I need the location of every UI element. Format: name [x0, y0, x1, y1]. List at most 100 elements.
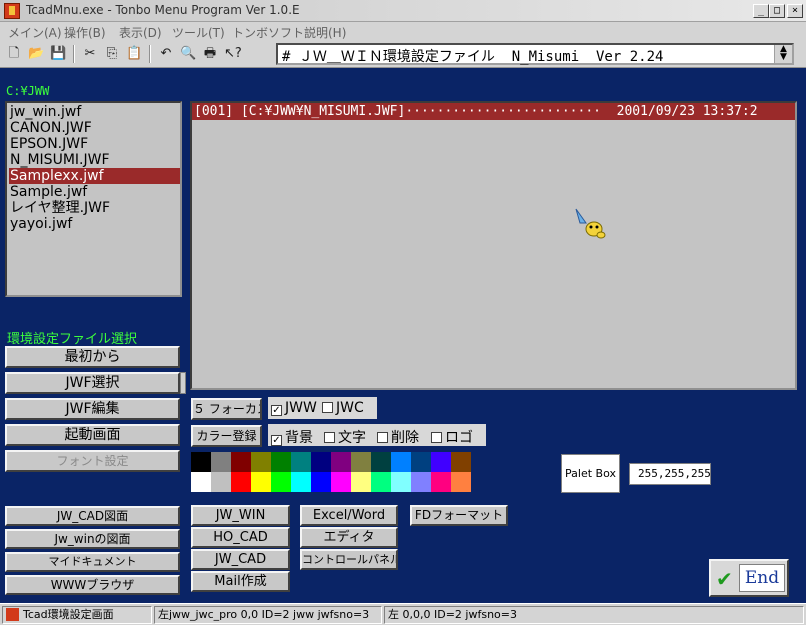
list-item[interactable]: N_MISUMI.JWF — [9, 152, 180, 168]
jwf-select-button[interactable]: JWF選択 — [5, 372, 180, 394]
checkbox-jwc-box[interactable] — [322, 402, 333, 413]
from-start-button[interactable]: 最初から — [5, 346, 180, 368]
palette-swatch[interactable] — [211, 452, 231, 472]
menu-main[interactable]: メイン(A) — [8, 24, 62, 41]
checkbox-text[interactable]: 文字 — [324, 427, 366, 447]
list-item[interactable]: レイヤ整理.JWF — [9, 200, 180, 216]
save-icon[interactable]: 💾 — [50, 46, 66, 62]
palette-swatch[interactable] — [251, 472, 271, 492]
palette-swatch[interactable] — [451, 452, 471, 472]
launch-jwwin-button[interactable]: JW_WIN — [191, 505, 290, 526]
jwwin-drawings-button[interactable]: Jw_winの図面 — [5, 529, 180, 549]
palette-swatch[interactable] — [431, 452, 451, 472]
list-item[interactable]: CANON.JWF — [9, 120, 180, 136]
palette-swatch[interactable] — [331, 472, 351, 492]
close-button[interactable]: × — [787, 4, 803, 18]
palette-swatch[interactable] — [271, 452, 291, 472]
palette-swatch[interactable] — [411, 452, 431, 472]
palette-swatch[interactable] — [271, 472, 291, 492]
font-settings-button[interactable]: フォント設定 — [5, 450, 180, 472]
palette-swatch[interactable] — [391, 472, 411, 492]
checkbox-text-box[interactable] — [324, 432, 335, 443]
color-register-button[interactable]: カラー登録 — [191, 425, 262, 447]
help-pointer-icon[interactable]: ↖? — [224, 46, 242, 62]
open-folder-icon[interactable]: 📂 — [28, 46, 44, 62]
print-icon[interactable]: 🖶 — [202, 46, 218, 62]
app-icon[interactable] — [4, 3, 20, 19]
mascot-pointer-icon — [575, 208, 606, 239]
checkbox-delete[interactable]: 削除 — [377, 427, 419, 447]
checkbox-background[interactable]: ✓ 背景 — [271, 427, 313, 447]
new-file-icon[interactable]: 🗋 — [6, 46, 22, 62]
excel-word-button[interactable]: Excel/Word — [300, 505, 398, 526]
palette-swatch[interactable] — [291, 452, 311, 472]
palette-swatch[interactable] — [291, 472, 311, 492]
paste-icon[interactable]: 📋 — [126, 46, 142, 62]
mail-compose-button[interactable]: Mail作成 — [191, 571, 290, 592]
checkbox-logo[interactable]: ロゴ — [431, 427, 473, 447]
list-item-selected[interactable]: Samplexx.jwf — [9, 168, 180, 184]
palette-swatch[interactable] — [411, 472, 431, 492]
editor-button[interactable]: エディタ — [300, 527, 398, 548]
font-focus-button[interactable]: ５ フォーカス — [191, 398, 262, 420]
palette-swatch[interactable] — [231, 452, 251, 472]
checkbox-background-label: 背景 — [285, 430, 313, 446]
palette-swatch[interactable] — [231, 472, 251, 492]
palette-swatch[interactable] — [351, 472, 371, 492]
launch-hocad-button[interactable]: HO_CAD — [191, 527, 290, 548]
maximize-button[interactable]: □ — [769, 4, 785, 18]
end-button[interactable]: ✔ End — [709, 559, 789, 597]
color-palette — [191, 452, 471, 492]
checkbox-jwc-label: JWC — [336, 400, 364, 416]
menu-tools[interactable]: ツール(T) — [172, 24, 225, 41]
www-browser-button[interactable]: WWWブラウザ — [5, 575, 180, 595]
status-screen-text: Tcad環境設定画面 — [23, 608, 114, 621]
palette-swatch[interactable] — [451, 472, 471, 492]
launch-jwcad-button[interactable]: JW_CAD — [191, 549, 290, 570]
palet-box: Palet Box — [561, 454, 620, 493]
palette-swatch[interactable] — [431, 472, 451, 492]
jwf-edit-button[interactable]: JWF編集 — [5, 398, 180, 420]
palette-swatch[interactable] — [351, 452, 371, 472]
search-icon[interactable]: 🔍 — [180, 46, 196, 62]
cut-icon[interactable]: ✂ — [82, 46, 98, 62]
palette-swatch[interactable] — [211, 472, 231, 492]
palette-swatch[interactable] — [191, 452, 211, 472]
palette-swatch[interactable] — [251, 452, 271, 472]
list-item[interactable]: jw_win.jwf — [9, 104, 180, 120]
control-panel-button[interactable]: コントロールパネル — [300, 549, 398, 570]
status-pane-screen: Tcad環境設定画面 — [2, 606, 152, 624]
checkbox-jww-box[interactable]: ✓ — [271, 405, 282, 416]
palette-swatch[interactable] — [191, 472, 211, 492]
file-list[interactable]: jw_win.jwf CANON.JWF EPSON.JWF N_MISUMI.… — [5, 101, 182, 297]
palette-swatch[interactable] — [371, 452, 391, 472]
palette-swatch[interactable] — [311, 452, 331, 472]
checkbox-background-box[interactable]: ✓ — [271, 435, 282, 446]
palette-swatch[interactable] — [331, 452, 351, 472]
list-item[interactable]: Sample.jwf — [9, 184, 180, 200]
fd-format-button[interactable]: FDフォーマット — [410, 505, 508, 526]
checkbox-delete-box[interactable] — [377, 432, 388, 443]
checkbox-jww[interactable]: ✓ JWW — [271, 400, 317, 416]
jwcad-drawings-button[interactable]: JW_CAD図面 — [5, 506, 180, 526]
list-item[interactable]: EPSON.JWF — [9, 136, 180, 152]
spin-updown-icon[interactable]: ▲ ▼ — [774, 45, 792, 63]
palette-swatch[interactable] — [311, 472, 331, 492]
preview-header: [001] [C:¥JWW¥N_MISUMI.JWF]·············… — [192, 103, 795, 120]
menu-operation[interactable]: 操作(B) — [64, 24, 106, 41]
env-file-combobox[interactable]: # ＪＷ＿ＷＩＮ環境設定ファイル N_Misumi Ver 2.24 ▲ ▼ — [276, 43, 794, 65]
palette-swatch[interactable] — [371, 472, 391, 492]
checkbox-text-label: 文字 — [338, 430, 366, 446]
menu-help[interactable]: トンボソフト説明(H) — [232, 24, 346, 41]
undo-icon[interactable]: ↶ — [158, 46, 174, 62]
checkbox-logo-box[interactable] — [431, 432, 442, 443]
minimize-button[interactable]: _ — [753, 4, 769, 18]
palette-swatch[interactable] — [391, 452, 411, 472]
copy-icon[interactable]: ⎘ — [104, 46, 120, 62]
menu-view[interactable]: 表示(D) — [119, 24, 162, 41]
list-item[interactable]: yayoi.jwf — [9, 216, 180, 232]
my-documents-button[interactable]: マイドキュメント — [5, 552, 180, 572]
startup-screen-button[interactable]: 起動画面 — [5, 424, 180, 446]
checkbox-jwc[interactable]: JWC — [322, 400, 364, 416]
splitter-handle[interactable] — [180, 372, 186, 394]
